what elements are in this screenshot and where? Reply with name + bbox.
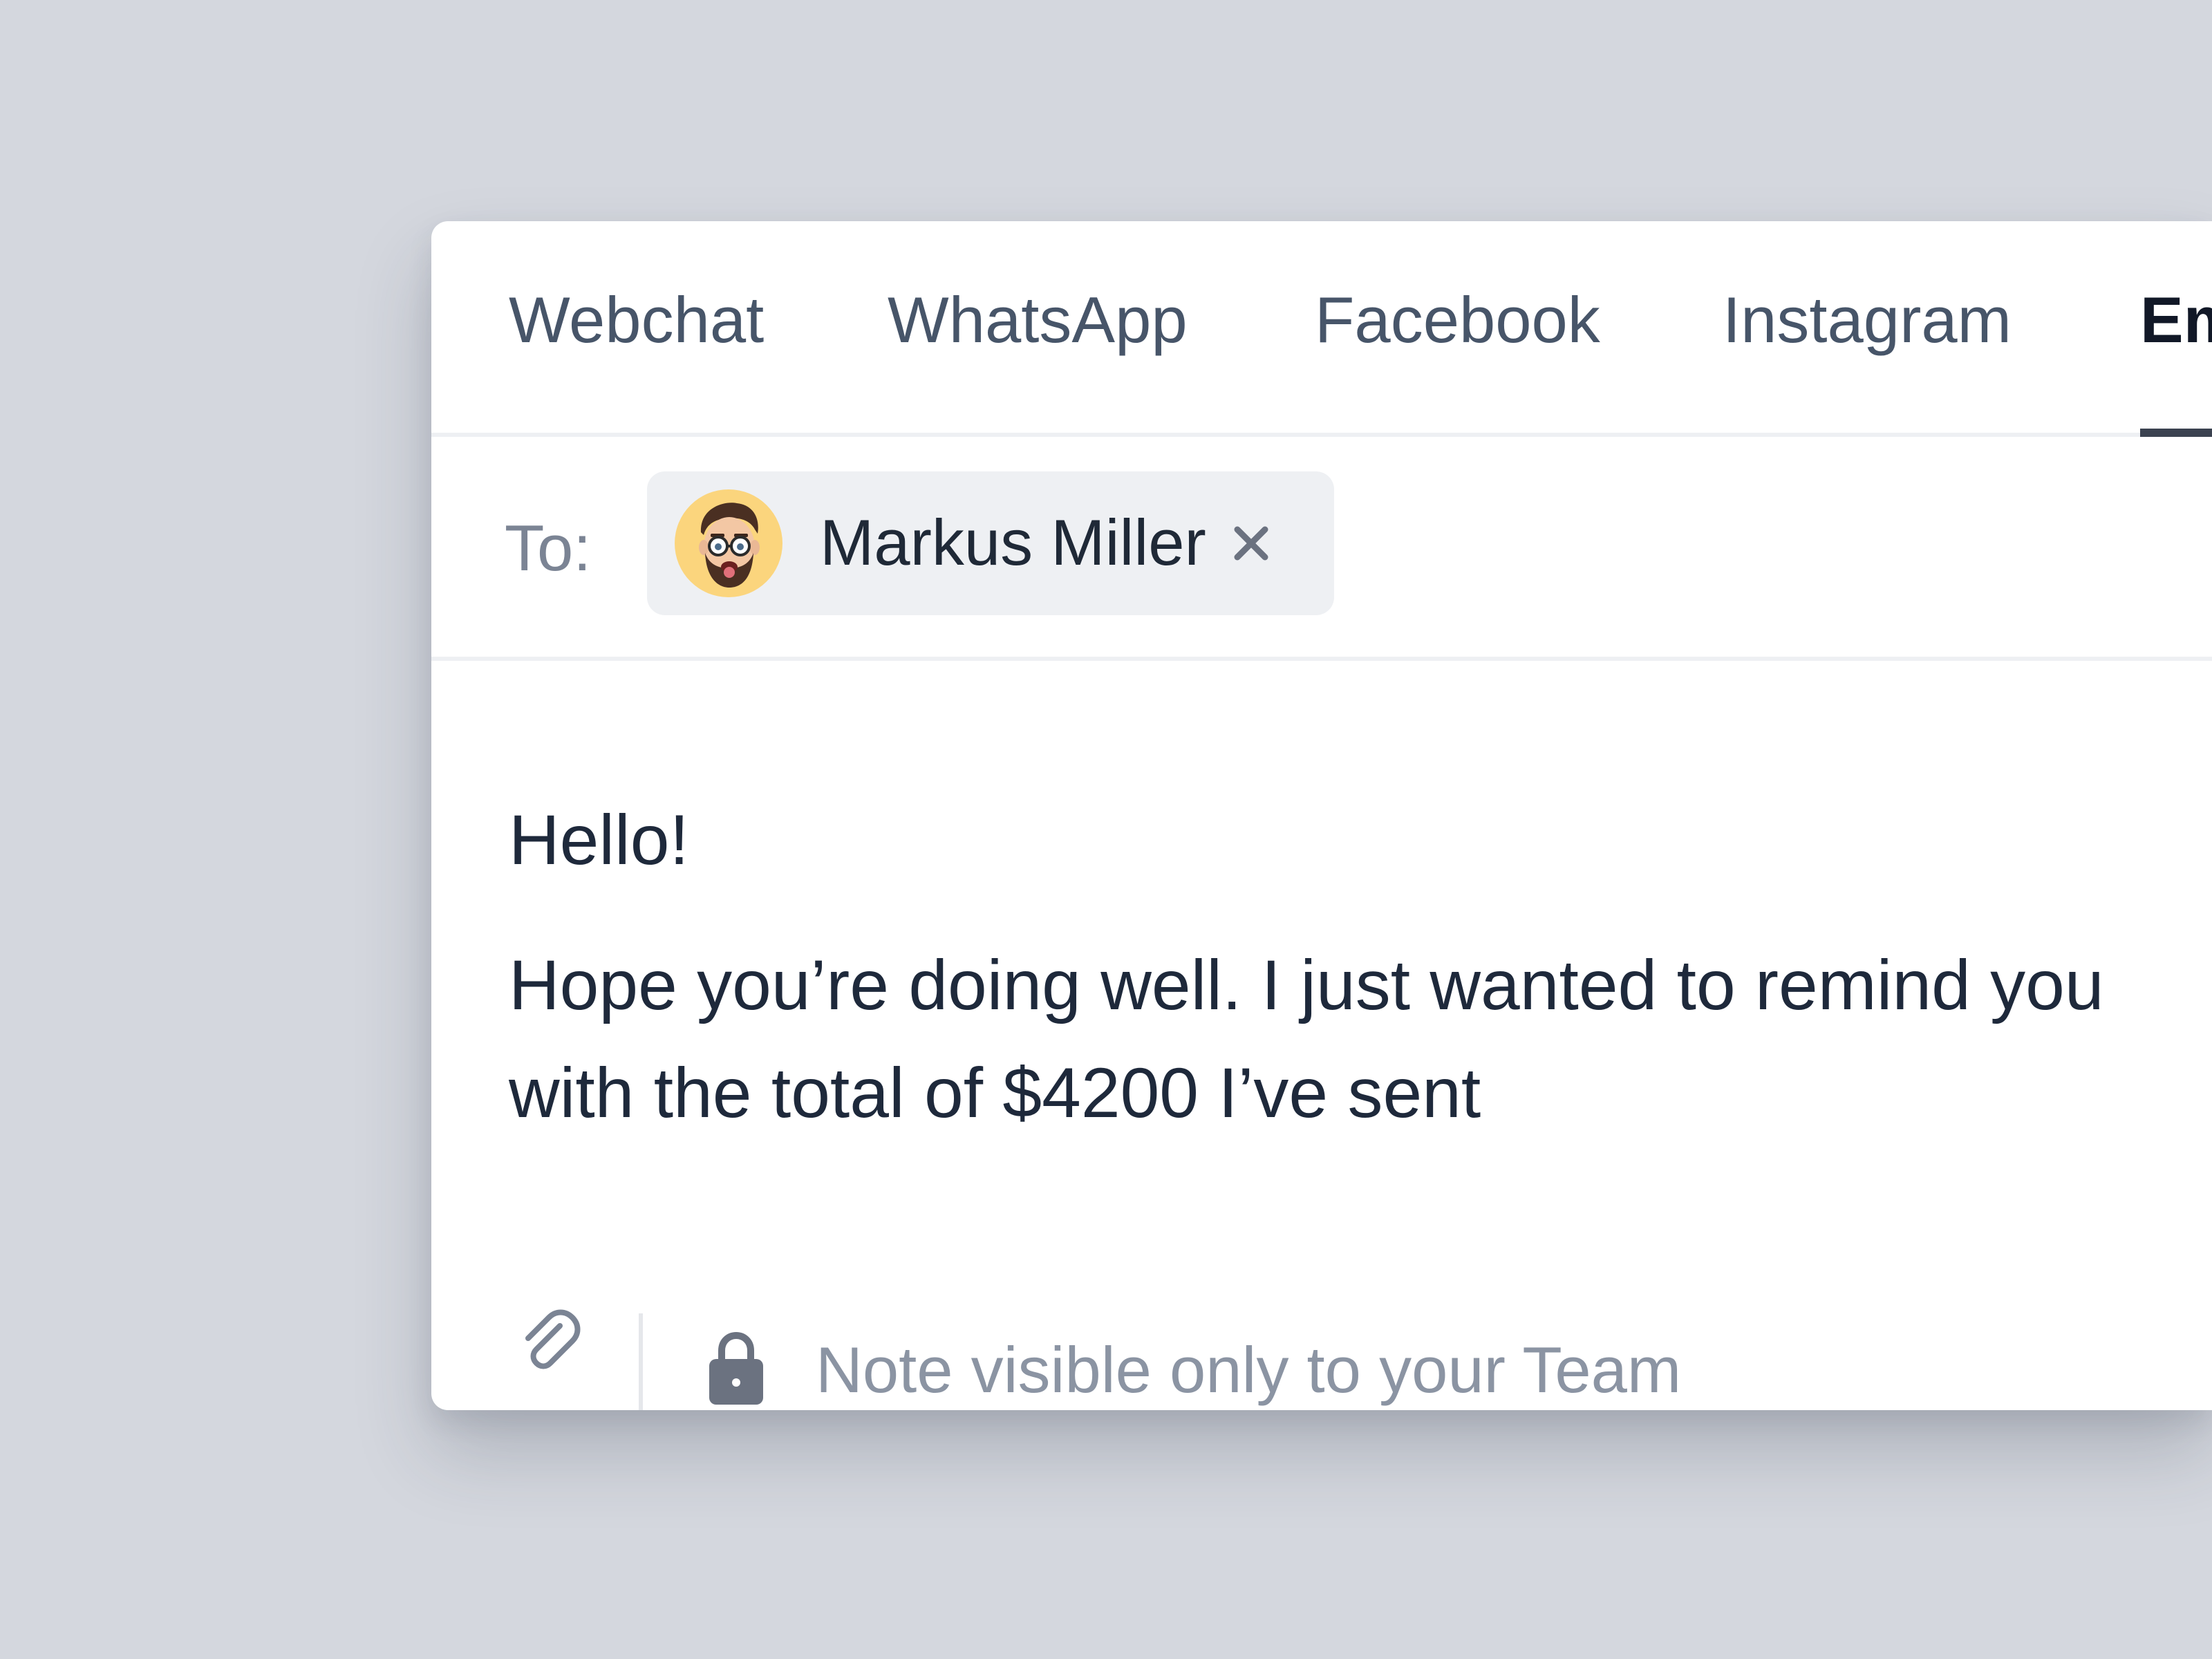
team-note-input[interactable] bbox=[816, 1331, 2129, 1409]
tab-email-label: Em bbox=[2140, 283, 2212, 356]
recipient-row: To: Markus Miller bbox=[431, 437, 2212, 661]
message-line-2: with the total of $4200 I’ve sent bbox=[509, 1053, 1481, 1132]
active-tab-indicator bbox=[2140, 429, 2212, 437]
tab-whatsapp[interactable]: WhatsApp bbox=[888, 288, 1188, 433]
recipient-chip[interactable]: Markus Miller bbox=[647, 471, 1334, 615]
close-icon[interactable] bbox=[1229, 521, 1273, 565]
channel-tabs: Webchat WhatsApp Facebook Instagram Em bbox=[431, 221, 2212, 437]
tab-webchat[interactable]: Webchat bbox=[509, 288, 764, 433]
to-label: To: bbox=[505, 512, 592, 584]
tab-instagram[interactable]: Instagram bbox=[1723, 288, 2012, 433]
tab-facebook[interactable]: Facebook bbox=[1315, 288, 1600, 433]
tab-email[interactable]: Em bbox=[2140, 288, 2212, 437]
footer-divider bbox=[639, 1313, 643, 1410]
message-greeting-text: Hello! bbox=[509, 800, 689, 879]
memoji-avatar bbox=[675, 489, 782, 597]
lock-icon[interactable] bbox=[705, 1331, 767, 1407]
message-composer: Webchat WhatsApp Facebook Instagram Em T… bbox=[431, 221, 2212, 1410]
paperclip-icon[interactable] bbox=[516, 1308, 585, 1377]
message-line-1: Hope you’re doing well. I just wanted to… bbox=[509, 946, 2104, 1024]
recipient-name: Markus Miller bbox=[820, 506, 1206, 579]
composer-footer bbox=[431, 1210, 2212, 1410]
